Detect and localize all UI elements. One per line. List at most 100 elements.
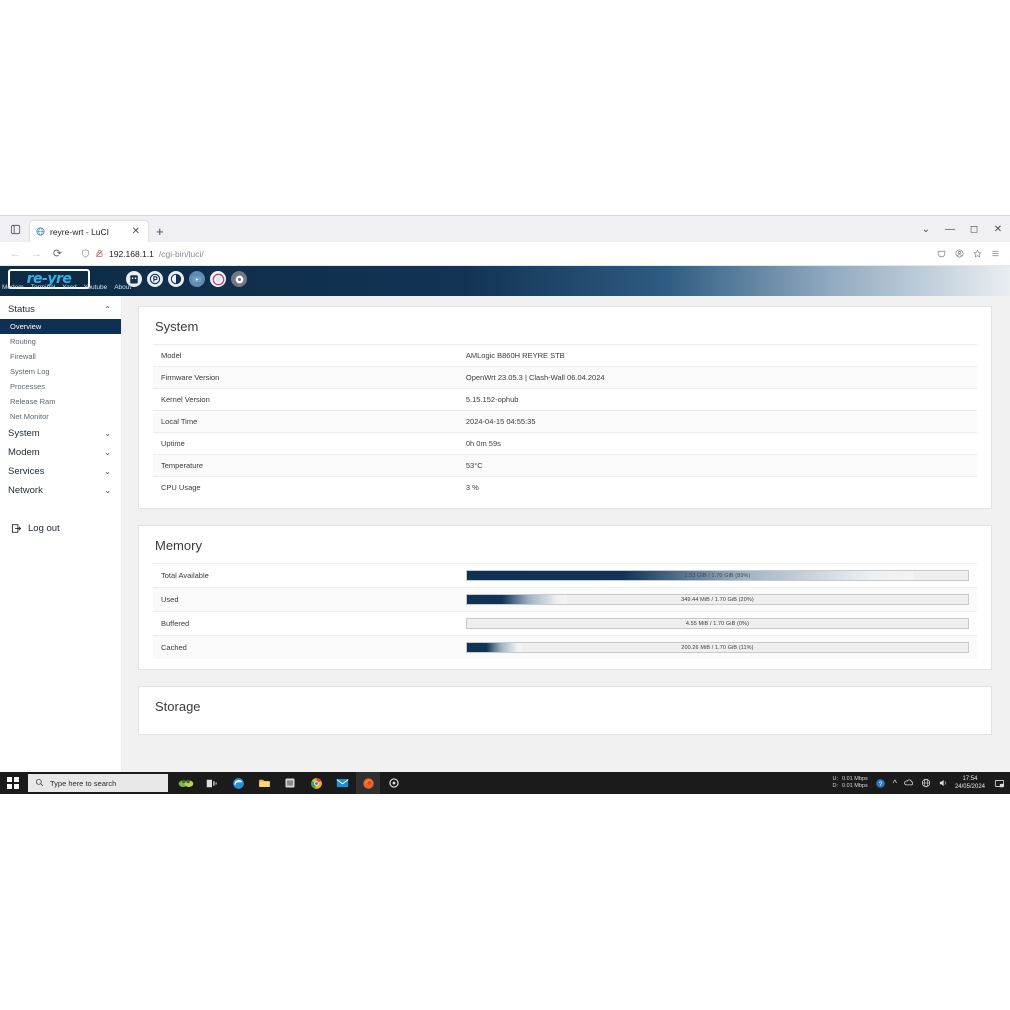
upload-label: U: — [833, 776, 839, 783]
close-icon[interactable]: ✕ — [130, 227, 142, 237]
account-icon[interactable] — [955, 249, 964, 258]
table-row: Total Available 1.53 GiB / 1.70 GiB (89%… — [153, 564, 977, 588]
luci-page: re-yre — [0, 266, 1010, 778]
search-placeholder: Type here to search — [50, 779, 116, 788]
shield-icon[interactable] — [81, 249, 90, 258]
volume-icon[interactable] — [938, 778, 948, 788]
memory-table: Total Available 1.53 GiB / 1.70 GiB (89%… — [153, 563, 977, 659]
sidebar-item-system-log[interactable]: System Log — [0, 364, 121, 379]
star-icon[interactable] — [973, 249, 982, 258]
taskbar-clock[interactable]: 17:54 24/05/2024 — [955, 775, 985, 791]
logout-icon — [10, 522, 22, 534]
settings-gear-icon[interactable] — [231, 271, 247, 287]
settings-icon[interactable] — [382, 772, 406, 794]
sidebar-status-items: Overview Routing Firewall System Log Pro… — [0, 319, 121, 424]
sidebar-item-release-ram[interactable]: Release Ram — [0, 394, 121, 409]
chevron-down-icon: ⌄ — [104, 429, 111, 438]
file-explorer-icon[interactable] — [252, 772, 276, 794]
arrow-right-icon[interactable]: → — [27, 244, 46, 263]
help-icon[interactable]: ? — [875, 778, 886, 789]
sidebar-group-modem[interactable]: Modem ⌄ — [0, 443, 121, 462]
memory-progress-bar: 1.53 GiB / 1.70 GiB (89%) — [466, 570, 969, 581]
terminal-icon[interactable] — [147, 271, 163, 287]
chrome-icon[interactable] — [304, 772, 328, 794]
sidebar: Status ⌃ Overview Routing Firewall Syste… — [0, 296, 122, 778]
table-row: CPU Usage 3 % — [153, 477, 977, 499]
url-bar[interactable]: 192.168.1.1/cgi-bin/luci/ — [75, 245, 935, 263]
store-icon[interactable] — [278, 772, 302, 794]
row-key: Cached — [153, 636, 458, 660]
url-path: /cgi-bin/luci/ — [159, 249, 204, 259]
memory-card: Memory Total Available 1.53 GiB / 1.70 G… — [138, 525, 992, 670]
screen: reyre-wrt - LuCI ✕ + ⌄ — ◻ ✕ ← → ⟳ — [0, 0, 1010, 1010]
row-value: 53°C — [458, 455, 977, 477]
cortana-icon[interactable] — [174, 772, 198, 794]
memory-progress-bar: 4.55 MiB / 1.70 GiB (0%) — [466, 618, 969, 629]
sidebar-group-label: Network — [8, 485, 43, 496]
sidebar-group-system[interactable]: System ⌄ — [0, 424, 121, 443]
chevron-down-icon: ⌄ — [104, 486, 111, 495]
browser-tab[interactable]: reyre-wrt - LuCI ✕ — [29, 220, 149, 242]
menu-icon[interactable] — [991, 249, 1000, 258]
sidebar-item-processes[interactable]: Processes — [0, 379, 121, 394]
task-view-icon[interactable] — [200, 772, 224, 794]
insecure-lock-icon[interactable] — [95, 249, 104, 258]
firefox-icon[interactable] — [356, 772, 380, 794]
show-hidden-icons-chevron[interactable]: ^ — [893, 778, 897, 788]
action-center-icon[interactable] — [992, 775, 1006, 791]
memory-progress-bar: 349.44 MiB / 1.70 GiB (20%) — [466, 594, 969, 605]
row-value: 3 % — [458, 477, 977, 499]
table-row: Buffered 4.55 MiB / 1.70 GiB (0%) — [153, 612, 977, 636]
row-key: Model — [153, 345, 458, 367]
search-input[interactable]: Type here to search — [28, 774, 168, 792]
memory-progress-label: 1.53 GiB / 1.70 GiB (89%) — [467, 571, 968, 580]
reload-icon[interactable]: ⟳ — [48, 244, 67, 263]
windows-start-icon[interactable] — [0, 772, 26, 794]
sidebar-item-routing[interactable]: Routing — [0, 334, 121, 349]
url-host: 192.168.1.1 — [109, 249, 154, 259]
tab-list-icon[interactable] — [4, 218, 26, 240]
header-label-yacd[interactable]: Yacd — [62, 284, 76, 291]
window-controls: ⌄ — ◻ ✕ — [914, 218, 1010, 240]
browser-window: reyre-wrt - LuCI ✕ + ⌄ — ◻ ✕ ← → ⟳ — [0, 215, 1010, 775]
row-key: Used — [153, 588, 458, 612]
yacd-icon[interactable] — [168, 271, 184, 287]
sidebar-group-network[interactable]: Network ⌄ — [0, 481, 121, 500]
row-value: 200.26 MiB / 1.70 GiB (11%) — [458, 636, 977, 660]
sidebar-group-services[interactable]: Services ⌄ — [0, 462, 121, 481]
edge-icon[interactable] — [226, 772, 250, 794]
onedrive-icon[interactable] — [904, 778, 914, 788]
about-icon[interactable] — [210, 271, 226, 287]
luci-body: Status ⌃ Overview Routing Firewall Syste… — [0, 296, 1010, 778]
table-row: Local Time 2024-04-15 04:55:35 — [153, 411, 977, 433]
row-value: 5.15.152-ophub — [458, 389, 977, 411]
save-to-pocket-icon[interactable] — [937, 249, 946, 258]
minimize-icon[interactable]: — — [938, 218, 962, 240]
arrow-left-icon[interactable]: ← — [6, 244, 25, 263]
chevron-down-icon[interactable]: ⌄ — [914, 218, 938, 240]
maximize-icon[interactable]: ◻ — [962, 218, 986, 240]
row-key: Kernel Version — [153, 389, 458, 411]
network-icon[interactable] — [921, 778, 931, 788]
table-row: Uptime 0h 0m 59s — [153, 433, 977, 455]
sidebar-group-label: Services — [8, 466, 44, 477]
clock-time: 17:54 — [955, 775, 985, 783]
youtube-icon[interactable] — [189, 271, 205, 287]
network-speed-indicator[interactable]: U: D: 0.01 Mbps 0.01 Mbps — [833, 776, 868, 790]
logout-button[interactable]: Log out — [0, 514, 121, 542]
system-tray: U: D: 0.01 Mbps 0.01 Mbps ? ^ — [833, 775, 1010, 791]
header-label-about[interactable]: About — [114, 284, 131, 291]
header-label-youtube[interactable]: Youtube — [84, 284, 108, 291]
globe-icon — [36, 227, 45, 236]
close-icon[interactable]: ✕ — [986, 218, 1010, 240]
header-label-modem[interactable]: Modem — [2, 284, 24, 291]
header-label-terminal[interactable]: Terminal — [31, 284, 56, 291]
upload-value: 0.01 Mbps — [842, 776, 868, 783]
sidebar-item-firewall[interactable]: Firewall — [0, 349, 121, 364]
sidebar-item-overview[interactable]: Overview — [0, 319, 121, 334]
new-tab-button[interactable]: + — [149, 224, 171, 239]
sidebar-item-net-monitor[interactable]: Net Monitor — [0, 409, 121, 424]
mail-icon[interactable] — [330, 772, 354, 794]
table-row: Firmware Version OpenWrt 23.05.3 | Clash… — [153, 367, 977, 389]
sidebar-group-status[interactable]: Status ⌃ — [0, 300, 121, 319]
